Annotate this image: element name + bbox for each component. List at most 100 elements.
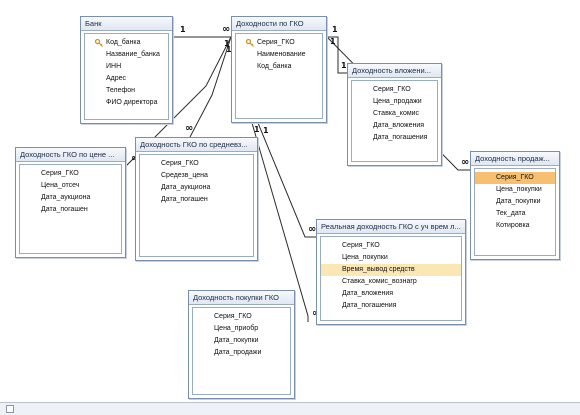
table-prodazh[interactable]: Доходность продаж... Серия_ГКО Цена_покупк… — [470, 151, 560, 260]
field-row[interactable]: Средезв_цена — [140, 170, 253, 182]
field-row[interactable]: Наименование — [236, 49, 322, 61]
field-row[interactable]: Дата_покупки — [193, 335, 290, 347]
field-row[interactable]: Дата_погашения — [352, 132, 437, 144]
field-row[interactable]: Код_банка — [85, 37, 168, 49]
field-list[interactable]: Код_банка Название_банка ИНН Адрес Телефон ФИ… — [84, 33, 169, 120]
table-title[interactable]: Доходность продаж... — [471, 152, 559, 166]
field-row[interactable]: Цена_приобр — [193, 323, 290, 335]
field-name: Телефон — [106, 87, 136, 94]
relationship-line-gko-sredn[interactable] — [189, 36, 232, 138]
field-name: Серия_ГКО — [373, 86, 411, 93]
cardinality-label: 1 — [180, 25, 186, 34]
field-name: ФИО директора — [106, 99, 158, 106]
field-row[interactable]: Ставка_комис — [352, 108, 437, 120]
field-row[interactable]: Дата_аукциона — [140, 182, 253, 194]
field-row[interactable]: Серия_ГКО — [193, 311, 290, 323]
field-name: Серия_ГКО — [41, 170, 79, 177]
field-row[interactable]: Цена_покупки — [475, 184, 555, 196]
field-name: Наименование — [257, 51, 306, 58]
field-row[interactable]: Серия_ГКО — [20, 168, 121, 180]
field-name: Цена_продажи — [373, 98, 422, 105]
field-name: Серия_ГКО — [496, 174, 534, 181]
table-title[interactable]: Доходность ГКО по средневз... — [136, 138, 257, 152]
field-list[interactable]: Серия_ГКО Цена_покупки Время_вывод средств… — [320, 236, 462, 321]
field-name: Дата_погашен — [41, 206, 88, 213]
field-list[interactable]: Серия_ГКО Наименование Код_банка — [235, 33, 323, 119]
field-row[interactable]: Тек_дата — [475, 208, 555, 220]
field-name: Средезв_цена — [161, 172, 208, 179]
relationship-line-gko-vlozh[interactable] — [327, 36, 347, 74]
table-bank[interactable]: Банк Код_банка Название_банка ИНН Адрес Телеф… — [80, 16, 173, 124]
field-name: Дата_покупки — [214, 337, 259, 344]
horizontal-scrollbar[interactable] — [0, 402, 580, 415]
field-name: Серия_ГКО — [161, 160, 199, 167]
table-sredn[interactable]: Доходность ГКО по средневз... Серия_ГКО Ср… — [135, 137, 258, 261]
field-row[interactable]: Телефон — [85, 85, 168, 97]
table-title[interactable]: Доходности по ГКО — [232, 17, 326, 31]
field-row[interactable]: Серия_ГКО — [321, 240, 461, 252]
field-row[interactable]: Цена_отсеч — [20, 180, 121, 192]
field-row[interactable]: Котировка — [475, 220, 555, 232]
field-row[interactable]: Серия_ГКО — [236, 37, 322, 49]
field-row[interactable]: ИНН — [85, 61, 168, 73]
field-name: Адрес — [106, 75, 127, 82]
table-title[interactable]: Банк — [81, 17, 172, 31]
field-name: Цена_покупки — [342, 254, 388, 261]
table-title[interactable]: Доходность покупки ГКО — [189, 291, 294, 305]
table-vlozh[interactable]: Доходность вложени... Серия_ГКО Цена_прода… — [347, 63, 442, 166]
scroll-left-button[interactable] — [6, 405, 14, 413]
field-row[interactable]: Цена_покупки — [321, 252, 461, 264]
table-title[interactable]: Доходность вложени... — [348, 64, 441, 78]
relationship-line-gko-realn[interactable] — [257, 122, 316, 238]
field-name: Дата_погашения — [373, 134, 428, 141]
field-row[interactable]: Дата_вложения — [321, 288, 461, 300]
field-list[interactable]: Серия_ГКО Цена_отсеч Дата_аукциона Дата_пог… — [19, 164, 122, 254]
field-name: Время_вывод средств — [342, 266, 415, 273]
field-list[interactable]: Серия_ГКО Цена_покупки Дата_покупки Тек_дат… — [474, 168, 556, 256]
field-row[interactable]: Дата_погашен — [140, 194, 253, 206]
field-name: Цена_приобр — [214, 325, 259, 332]
field-row[interactable]: Дата_вложения — [352, 120, 437, 132]
table-title[interactable]: Реальная доходность ГКО с уч врем л... — [317, 220, 465, 234]
field-name: Дата_аукциона — [161, 184, 211, 191]
field-name: Дата_вложения — [342, 290, 394, 297]
field-row[interactable]: Дата_погашен — [20, 204, 121, 216]
cardinality-label: 1 — [224, 39, 230, 48]
field-name: Дата_покупки — [496, 198, 541, 205]
field-row[interactable]: ФИО директора — [85, 97, 168, 109]
table-title[interactable]: Доходность ГКО по цене ... — [16, 148, 125, 162]
field-row[interactable]: Серия_ГКО — [352, 84, 437, 96]
field-row[interactable]: Ставка_комис_вознагр — [321, 276, 461, 288]
primary-key-icon — [95, 39, 103, 47]
field-row[interactable]: Цена_продажи — [352, 96, 437, 108]
field-row[interactable]: Дата_аукциона — [20, 192, 121, 204]
relationship-diagram-canvas: 1∞111∞1∞1∞1∞1∞ БанкКод_банкаНазвание_бан… — [0, 0, 580, 414]
cardinality-label: 1 — [332, 25, 338, 34]
field-name: Серия_ГКО — [342, 242, 380, 249]
field-row[interactable]: Дата_покупки — [475, 196, 555, 208]
table-tsene[interactable]: Доходность ГКО по цене ... Серия_ГКО Цена_… — [15, 147, 126, 258]
field-name: Дата_вложения — [373, 122, 425, 129]
field-name: Код_банка — [257, 63, 292, 70]
field-list[interactable]: Серия_ГКО Средезв_цена Дата_аукциона Дата_п… — [139, 154, 254, 257]
field-row[interactable]: Дата_продажи — [193, 347, 290, 359]
field-row[interactable]: Серия_ГКО — [475, 172, 555, 184]
field-name: Ставка_комис — [373, 110, 420, 117]
field-row[interactable]: Время_вывод средств — [321, 264, 461, 276]
field-row[interactable]: Адрес — [85, 73, 168, 85]
field-row[interactable]: Серия_ГКО — [140, 158, 253, 170]
table-gko[interactable]: Доходности по ГКО Серия_ГКО Наименование Ко… — [231, 16, 327, 123]
primary-key-icon — [246, 39, 254, 47]
field-list[interactable]: Серия_ГКО Цена_приобр Дата_покупки Дата_про… — [192, 307, 291, 395]
field-name: ИНН — [106, 63, 122, 70]
field-name: Тек_дата — [496, 210, 526, 217]
field-row[interactable]: Код_банка — [236, 61, 322, 73]
field-list[interactable]: Серия_ГКО Цена_продажи Ставка_комис Дата_вл… — [351, 80, 438, 162]
field-row[interactable]: Дата_погашения — [321, 300, 461, 312]
cardinality-label: ∞ — [185, 123, 193, 134]
field-row[interactable]: Название_банка — [85, 49, 168, 61]
table-realn[interactable]: Реальная доходность ГКО с уч врем л... Се… — [316, 219, 466, 325]
table-pokup[interactable]: Доходность покупки ГКО Серия_ГКО Цена_прио… — [188, 290, 295, 399]
field-name: Цена_покупки — [496, 186, 542, 193]
cardinality-label: 1 — [330, 37, 336, 46]
